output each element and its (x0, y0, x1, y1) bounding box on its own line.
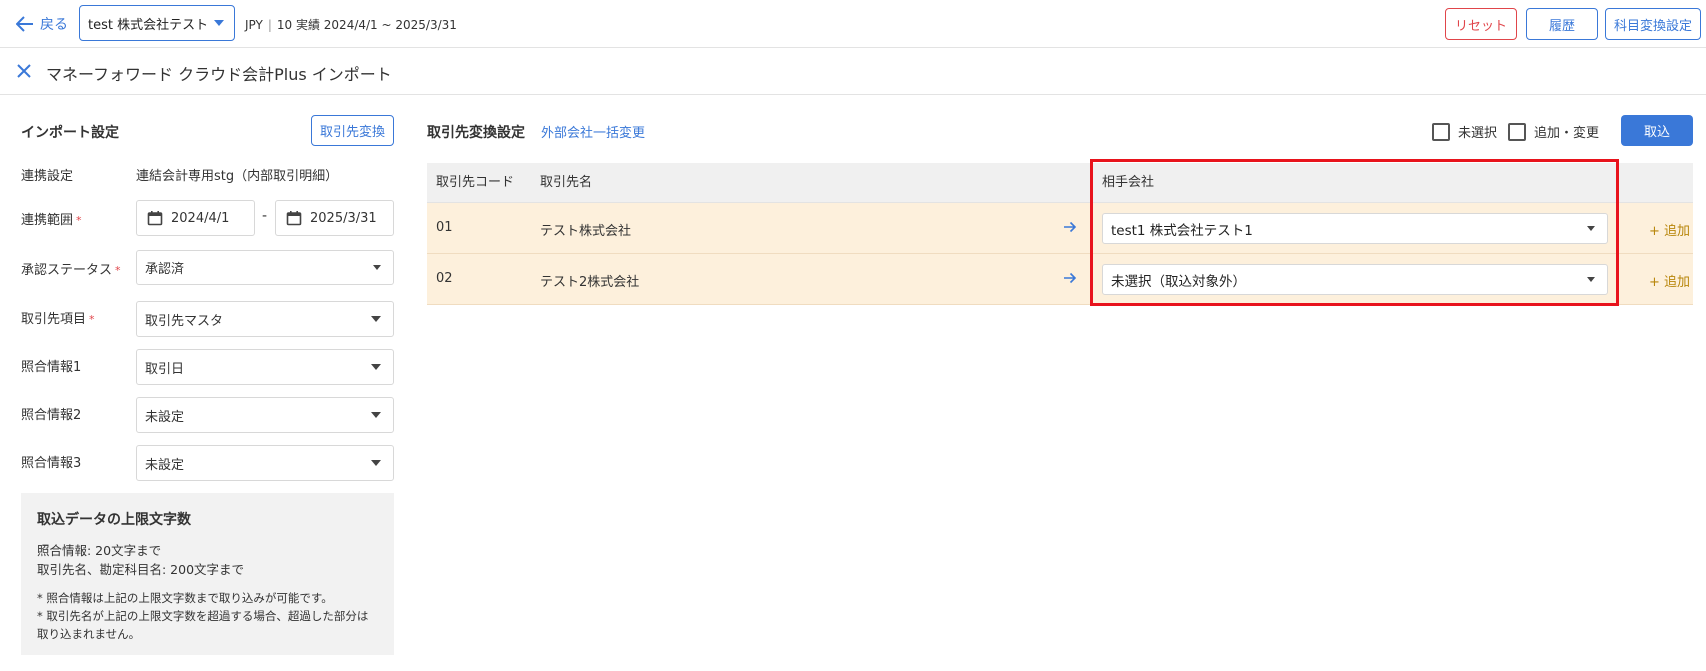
limit-title: 取込データの上限文字数 (37, 512, 191, 528)
bulk-change-link[interactable]: 外部会社一括変更 (541, 122, 645, 141)
link-setting-value: 連結会計専用stg（内部取引明細） (136, 169, 339, 184)
arrow-right-icon (1064, 272, 1077, 284)
import-button[interactable]: 取込 (1621, 115, 1693, 146)
limit-line: 取引先名、勘定科目名: 200文字まで (37, 562, 245, 577)
partner-code: 02 (436, 271, 453, 286)
character-limit-info: 取込データの上限文字数 照合情報: 20文字まで 取引先名、勘定科目名: 200… (21, 493, 394, 655)
link-setting-label: 連携設定 (21, 169, 74, 184)
counterparty-select[interactable]: test1 株式会社テスト1 (1102, 213, 1608, 244)
counterparty-value: 未選択（取込対象外） (1111, 273, 1246, 290)
calendar-icon (286, 211, 302, 226)
currency-label: JPY (245, 18, 263, 32)
add-change-checkbox[interactable]: 追加・変更 (1508, 122, 1599, 141)
required-mark: * (76, 214, 82, 227)
top-bar: 戻る test 株式会社テスト JPY | 10 実績 2024/4/1 ~ 202… (0, 0, 1706, 48)
back-link[interactable]: 戻る (16, 13, 68, 35)
arrow-left-icon (16, 16, 33, 32)
sub-header: マネーフォワード クラウド会計Plus インポート (0, 48, 1706, 95)
limit-note: * 照合情報は上記の上限文字数まで取り込みが可能です。 (37, 591, 333, 605)
approval-status-value: 承認済 (145, 262, 185, 277)
column-header-name: 取引先名 (540, 175, 593, 190)
chevron-down-icon (1587, 226, 1595, 231)
table-header: 取引先コード 取引先名 相手会社 (427, 163, 1693, 203)
close-icon[interactable] (16, 63, 32, 79)
history-button[interactable]: 履歴 (1526, 8, 1598, 40)
match3-select[interactable]: 未設定 (136, 445, 394, 481)
match3-label: 照合情報3 (21, 456, 82, 471)
approval-status-select[interactable]: 承認済 (136, 250, 394, 285)
approval-status-label: 承認ステータス * (21, 263, 121, 278)
column-header-counterparty: 相手会社 (1102, 175, 1155, 190)
chevron-down-icon (373, 265, 381, 270)
range-end-value: 2025/3/31 (310, 210, 377, 226)
chevron-down-icon (371, 412, 381, 418)
counterparty-select[interactable]: 未選択（取込対象外） (1102, 264, 1608, 295)
page-title: マネーフォワード クラウド会計Plus インポート (46, 65, 392, 84)
checkbox-box (1432, 122, 1450, 141)
table-row: 02 テスト2株式会社 未選択（取込対象外） + 追加 (427, 254, 1693, 305)
company-select-value: test 株式会社テスト (88, 17, 209, 33)
reset-button[interactable]: リセット (1445, 8, 1517, 40)
counterparty-value: test1 株式会社テスト1 (1111, 222, 1253, 239)
match1-label: 照合情報1 (21, 360, 82, 375)
required-mark: * (115, 264, 121, 277)
chevron-down-icon (371, 460, 381, 466)
company-select[interactable]: test 株式会社テスト (79, 5, 235, 41)
checkbox-box (1508, 122, 1526, 141)
match2-value: 未設定 (145, 409, 185, 425)
match1-value: 取引日 (145, 361, 185, 377)
partner-settings-title: 取引先変換設定 (427, 125, 525, 141)
limit-note: * 取引先名が上記の上限文字数を超過する場合、超過した部分は取り込まれません。 (37, 609, 369, 641)
column-header-code: 取引先コード (436, 175, 515, 190)
partner-item-select[interactable]: 取引先マスタ (136, 301, 394, 337)
range-label: 連携範囲 * (21, 213, 82, 228)
period-info: JPY | 10 実績 2024/4/1 ~ 2025/3/31 (245, 16, 457, 33)
partner-name: テスト2株式会社 (540, 275, 640, 290)
chevron-down-icon (214, 20, 224, 26)
chevron-down-icon (371, 316, 381, 322)
account-mapping-button[interactable]: 科目変換設定 (1605, 8, 1701, 40)
arrow-right-icon (1064, 221, 1077, 233)
partner-item-value: 取引先マスタ (145, 313, 224, 329)
range-dash: - (262, 208, 268, 224)
back-label: 戻る (40, 17, 68, 33)
partner-convert-button[interactable]: 取引先変換 (311, 115, 394, 146)
import-settings-title: インポート設定 (21, 125, 119, 141)
match3-value: 未設定 (145, 457, 185, 473)
range-end-date[interactable]: 2025/3/31 (275, 200, 394, 236)
match2-label: 照合情報2 (21, 408, 82, 423)
calendar-icon (147, 211, 163, 226)
unselected-checkbox[interactable]: 未選択 (1432, 122, 1497, 141)
unselected-label: 未選択 (1458, 126, 1498, 141)
add-change-label: 追加・変更 (1534, 126, 1600, 141)
partner-name: テスト株式会社 (540, 224, 632, 239)
chevron-down-icon (1587, 277, 1595, 282)
period-label: 10 実績 2024/4/1 ~ 2025/3/31 (276, 18, 457, 32)
required-mark: * (89, 313, 95, 326)
divider: | (267, 18, 272, 32)
match1-select[interactable]: 取引日 (136, 349, 394, 385)
table-row: 01 テスト株式会社 test1 株式会社テスト1 + 追加 (427, 203, 1693, 254)
chevron-down-icon (371, 364, 381, 370)
range-start-date[interactable]: 2024/4/1 (136, 200, 255, 236)
range-start-value: 2024/4/1 (171, 210, 230, 226)
partner-item-label: 取引先項目 * (21, 312, 95, 327)
add-link[interactable]: + 追加 (1649, 271, 1690, 290)
add-link[interactable]: + 追加 (1649, 220, 1690, 239)
match2-select[interactable]: 未設定 (136, 397, 394, 433)
limit-line: 照合情報: 20文字まで (37, 543, 162, 558)
partner-code: 01 (436, 220, 453, 235)
